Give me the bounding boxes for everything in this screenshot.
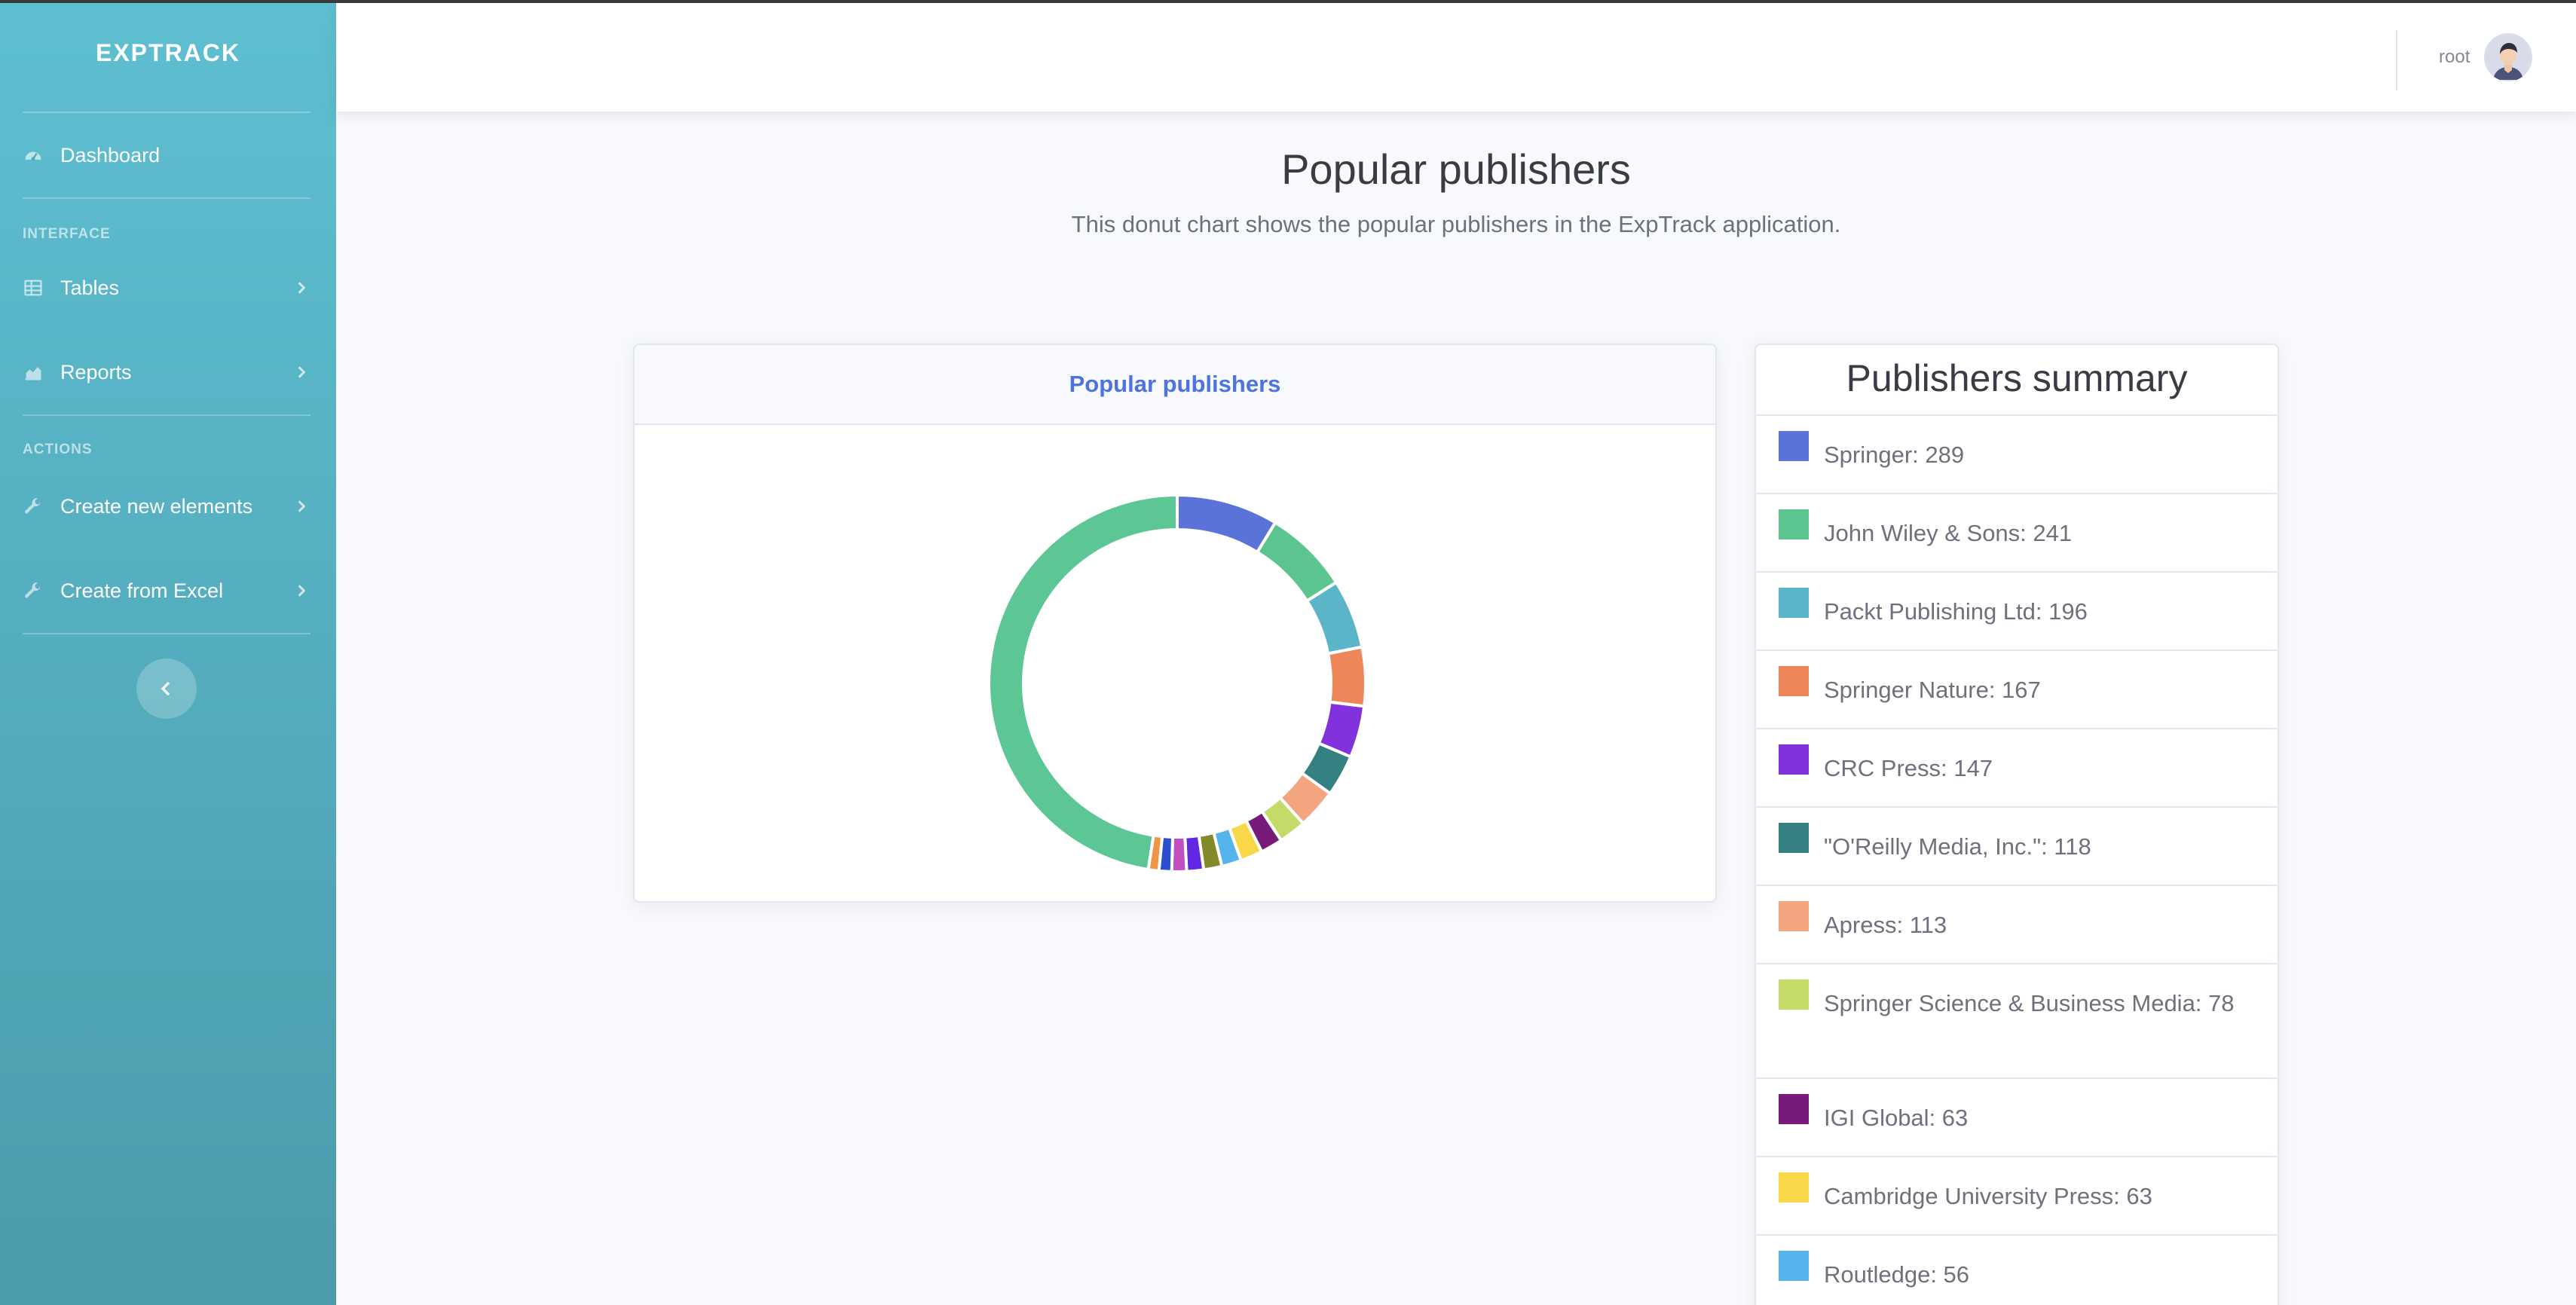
sidebar-divider bbox=[23, 414, 311, 416]
summary-item-label: Cambridge University Press: 63 bbox=[1824, 1183, 2152, 1209]
sidebar-divider bbox=[23, 633, 311, 634]
table-icon bbox=[23, 277, 60, 298]
summary-list-item: Routledge: 56 bbox=[1756, 1236, 2278, 1305]
sidebar-item-create-excel[interactable]: Create from Excel bbox=[23, 568, 311, 613]
brand-logo[interactable]: EXPTRACK bbox=[0, 39, 336, 67]
summary-list-item: Springer Nature: 167 bbox=[1756, 651, 2278, 729]
donut-slice[interactable] bbox=[987, 493, 1179, 872]
publishers-summary-card: Publishers summary Springer: 289 John Wil… bbox=[1755, 344, 2279, 1305]
summary-list-item: Springer: 289 bbox=[1756, 416, 2278, 494]
summary-item-label: "O'Reilly Media, Inc.": 118 bbox=[1824, 833, 2091, 860]
sidebar-divider bbox=[23, 197, 311, 199]
chevron-left-icon bbox=[161, 681, 170, 696]
color-swatch bbox=[1779, 1094, 1809, 1124]
summary-item-label: CRC Press: 147 bbox=[1824, 755, 1993, 781]
sidebar-item-label: Reports bbox=[60, 360, 132, 384]
sidebar-heading-actions: ACTIONS bbox=[23, 442, 93, 457]
chart-card: Popular publishers bbox=[633, 344, 1717, 903]
summary-item-label: Springer: 289 bbox=[1824, 442, 1965, 468]
chevron-right-icon bbox=[292, 365, 311, 380]
color-swatch bbox=[1779, 744, 1809, 775]
topbar-divider bbox=[2396, 30, 2397, 90]
sidebar-divider bbox=[23, 112, 311, 113]
color-swatch bbox=[1779, 666, 1809, 696]
summary-title: Publishers summary bbox=[1756, 345, 2278, 416]
avatar[interactable] bbox=[2484, 33, 2532, 81]
chart-card-header: Popular publishers bbox=[635, 345, 1715, 425]
chart-area-icon bbox=[23, 362, 60, 383]
summary-list-item: CRC Press: 147 bbox=[1756, 729, 2278, 808]
wrench-icon bbox=[23, 496, 60, 517]
summary-item-label: John Wiley & Sons: 241 bbox=[1824, 520, 2073, 546]
topbar: root bbox=[336, 3, 2576, 112]
summary-list-item: IGI Global: 63 bbox=[1756, 1079, 2278, 1157]
donut-chart bbox=[987, 493, 1367, 873]
summary-list-item: Cambridge University Press: 63 bbox=[1756, 1157, 2278, 1236]
color-swatch bbox=[1779, 431, 1809, 461]
chevron-right-icon bbox=[292, 499, 311, 514]
sidebar-item-tables[interactable]: Tables bbox=[23, 265, 311, 310]
sidebar-item-dashboard[interactable]: Dashboard bbox=[23, 133, 311, 178]
summary-list-item: "O'Reilly Media, Inc.": 118 bbox=[1756, 808, 2278, 886]
donut-slice[interactable] bbox=[1176, 493, 1277, 555]
sidebar: EXPTRACK Dashboard INTERFACE Tables Repo… bbox=[0, 3, 336, 1305]
summary-list-item: Springer Science & Business Media: 78 bbox=[1756, 964, 2278, 1079]
color-swatch bbox=[1779, 509, 1809, 539]
wrench-icon bbox=[23, 580, 60, 601]
page-title: Popular publishers bbox=[1281, 145, 1631, 193]
color-swatch bbox=[1779, 980, 1809, 1010]
sidebar-item-label: Tables bbox=[60, 276, 120, 299]
summary-list-item: John Wiley & Sons: 241 bbox=[1756, 494, 2278, 573]
color-swatch bbox=[1779, 1172, 1809, 1203]
color-swatch bbox=[1779, 1251, 1809, 1281]
sidebar-item-reports[interactable]: Reports bbox=[23, 350, 311, 395]
summary-item-label: Packt Publishing Ltd: 196 bbox=[1824, 598, 2088, 625]
color-swatch bbox=[1779, 901, 1809, 931]
summary-item-label: IGI Global: 63 bbox=[1824, 1105, 1969, 1131]
summary-list-item: Apress: 113 bbox=[1756, 886, 2278, 964]
sidebar-item-create-new[interactable]: Create new elements bbox=[23, 484, 311, 529]
color-swatch bbox=[1779, 823, 1809, 853]
summary-item-label: Springer Nature: 167 bbox=[1824, 677, 2041, 703]
sidebar-toggle-button[interactable] bbox=[136, 659, 197, 719]
summary-list-item: Packt Publishing Ltd: 196 bbox=[1756, 573, 2278, 651]
summary-item-label: Apress: 113 bbox=[1824, 912, 1947, 938]
color-swatch bbox=[1779, 588, 1809, 618]
sidebar-heading-interface: INTERFACE bbox=[23, 226, 111, 242]
tachometer-icon bbox=[23, 145, 60, 166]
summary-item-label: Routledge: 56 bbox=[1824, 1261, 1970, 1288]
summary-item-label: Springer Science & Business Media: 78 bbox=[1824, 990, 2235, 1016]
user-name[interactable]: root bbox=[2439, 47, 2470, 68]
chevron-right-icon bbox=[292, 280, 311, 295]
sidebar-item-label: Dashboard bbox=[60, 143, 161, 167]
sidebar-item-label: Create new elements bbox=[60, 494, 253, 518]
summary-list: Springer: 289 John Wiley & Sons: 241 Packt… bbox=[1756, 416, 2278, 1305]
donut-slice[interactable] bbox=[1326, 645, 1367, 708]
sidebar-item-label: Create from Excel bbox=[60, 579, 224, 602]
chevron-right-icon bbox=[292, 583, 311, 598]
app-window: EXPTRACK Dashboard INTERFACE Tables Repo… bbox=[0, 0, 2576, 1305]
page-subtitle: This donut chart shows the popular publi… bbox=[1071, 211, 1841, 237]
